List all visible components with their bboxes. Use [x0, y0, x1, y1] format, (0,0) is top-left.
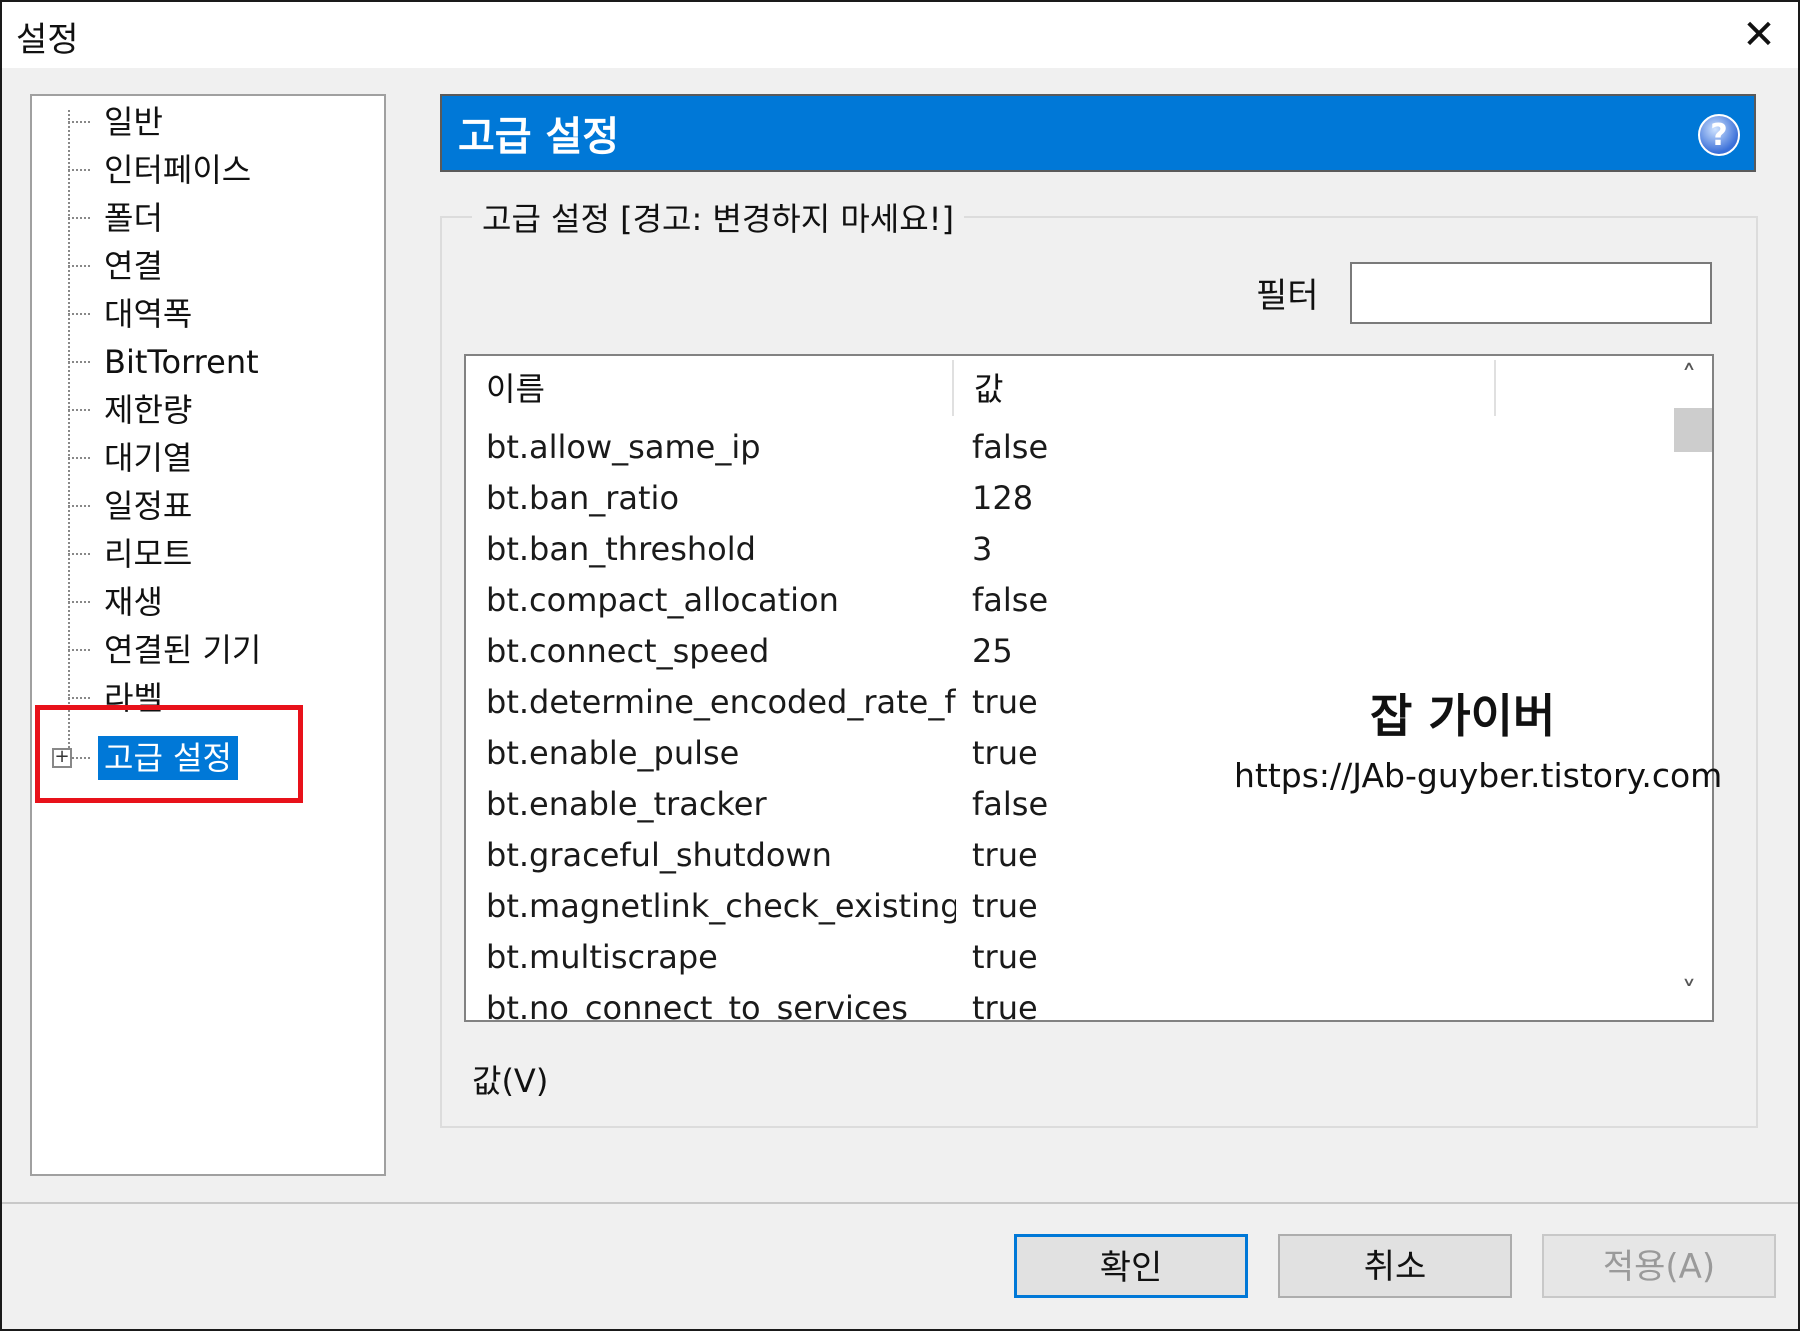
- setting-name: bt.ban_threshold: [486, 530, 756, 568]
- setting-name: bt.magnetlink_check_existing_...: [486, 887, 956, 925]
- setting-name: bt.allow_same_ip: [486, 428, 761, 466]
- setting-name: bt.determine_encoded_rate_fo...: [486, 683, 956, 721]
- tree-item-label: BitTorrent: [104, 343, 259, 381]
- tree-connector: [68, 409, 90, 411]
- table-row[interactable]: bt.multiscrape true: [466, 932, 1666, 983]
- filter-input[interactable]: [1350, 262, 1712, 324]
- setting-name: bt.no_connect_to_services: [486, 989, 908, 1022]
- tree-item-connection[interactable]: 연결: [32, 244, 362, 288]
- title-bar: 설정 ✕: [2, 2, 1798, 68]
- panel-title: 고급 설정: [458, 114, 620, 160]
- setting-value: true: [972, 734, 1038, 772]
- watermark-url: https://JAb-guyber.tistory.com: [1234, 756, 1723, 795]
- tree-item-transfer-cap[interactable]: 제한량: [32, 388, 362, 432]
- setting-value: 128: [972, 479, 1034, 517]
- tree-connector: [68, 265, 90, 267]
- table-row[interactable]: bt.magnetlink_check_existing_... true: [466, 881, 1666, 932]
- setting-value: false: [972, 785, 1049, 823]
- table-row[interactable]: bt.graceful_shutdown true: [466, 830, 1666, 881]
- tree-item-label: 대기열: [104, 439, 193, 477]
- tree-connector: [68, 649, 90, 651]
- setting-name: bt.graceful_shutdown: [486, 836, 832, 874]
- chevron-down-icon[interactable]: ˅: [1666, 976, 1712, 1016]
- annotation-highlight-box: [35, 705, 303, 803]
- tree-item-queueing[interactable]: 대기열: [32, 436, 362, 480]
- table-row[interactable]: bt.allow_same_ip false: [466, 422, 1666, 473]
- tree-item-label: 제한량: [104, 391, 193, 429]
- setting-name: bt.enable_tracker: [486, 785, 767, 823]
- tree-item-remote[interactable]: 리모트: [32, 532, 362, 576]
- tree-connector: [68, 601, 90, 603]
- tree-item-label: 대역폭: [104, 295, 193, 333]
- table-row[interactable]: bt.ban_ratio 128: [466, 473, 1666, 524]
- footer-divider: [2, 1202, 1798, 1204]
- vertical-scrollbar[interactable]: ˄ ˅: [1666, 356, 1712, 1020]
- tree-item-label: 연결된 기기: [104, 631, 262, 669]
- tree-connector: [68, 121, 90, 123]
- tree-connector: [68, 697, 90, 699]
- setting-name: bt.connect_speed: [486, 632, 770, 670]
- tree-item-folders[interactable]: 폴더: [32, 196, 362, 240]
- groupbox-label: 고급 설정 [경고: 변경하지 마세요!]: [472, 194, 964, 240]
- tree-item-bittorrent[interactable]: BitTorrent: [32, 340, 362, 384]
- value-field-label: 값(V): [472, 1062, 549, 1100]
- settings-dialog: 설정 ✕ 일반 인터페이스 폴더 연결 대역폭 BitTorrent 제한량 대…: [0, 0, 1800, 1331]
- apply-button[interactable]: 적용(A): [1542, 1234, 1776, 1298]
- tree-connector: [68, 169, 90, 171]
- tree-item-label: 리모트: [104, 535, 193, 573]
- tree-connector: [68, 505, 90, 507]
- setting-value: true: [972, 938, 1038, 976]
- tree-item-label: 폴더: [104, 199, 163, 237]
- watermark-title: 잡 가이버: [1370, 689, 1556, 743]
- tree-connector: [68, 217, 90, 219]
- setting-value: true: [972, 683, 1038, 721]
- ok-button[interactable]: 확인: [1014, 1234, 1248, 1298]
- filter-label: 필터: [1256, 276, 1319, 316]
- tree-item-interface[interactable]: 인터페이스: [32, 148, 362, 192]
- setting-value: 25: [972, 632, 1013, 670]
- setting-value: false: [972, 428, 1049, 466]
- tree-item-label: 일반: [104, 103, 163, 141]
- setting-value: 3: [972, 530, 993, 568]
- table-row[interactable]: bt.compact_allocation false: [466, 575, 1666, 626]
- tree-item-bandwidth[interactable]: 대역폭: [32, 292, 362, 336]
- column-divider[interactable]: [1494, 360, 1496, 416]
- setting-name: bt.enable_pulse: [486, 734, 740, 772]
- setting-name: bt.compact_allocation: [486, 581, 839, 619]
- table-row[interactable]: bt.ban_threshold 3: [466, 524, 1666, 575]
- table-header: 이름 값: [466, 356, 1666, 422]
- window-title: 설정: [16, 20, 79, 60]
- tree-connector: [68, 313, 90, 315]
- tree-connector: [68, 553, 90, 555]
- help-icon[interactable]: ?: [1698, 114, 1740, 156]
- scroll-thumb[interactable]: [1674, 408, 1712, 452]
- tree-item-paired-devices[interactable]: 연결된 기기: [32, 628, 362, 672]
- tree-item-label: 연결: [104, 247, 163, 285]
- tree-item-label: 일정표: [104, 487, 193, 525]
- setting-value: true: [972, 989, 1038, 1022]
- setting-name: bt.ban_ratio: [486, 479, 680, 517]
- setting-value: false: [972, 581, 1049, 619]
- tree-connector: [68, 457, 90, 459]
- setting-name: bt.multiscrape: [486, 938, 718, 976]
- tree-item-general[interactable]: 일반: [32, 100, 362, 144]
- close-icon[interactable]: ✕: [1730, 6, 1788, 64]
- tree-connector: [68, 361, 90, 363]
- settings-tree: 일반 인터페이스 폴더 연결 대역폭 BitTorrent 제한량 대기열 일정…: [30, 94, 386, 1176]
- panel-header: 고급 설정 ?: [440, 94, 1756, 172]
- tree-item-label: 재생: [104, 583, 163, 621]
- table-row[interactable]: bt.connect_speed 25: [466, 626, 1666, 677]
- setting-value: true: [972, 836, 1038, 874]
- tree-item-label: 인터페이스: [104, 151, 252, 189]
- chevron-up-icon[interactable]: ˄: [1666, 360, 1712, 400]
- column-header-value[interactable]: 값: [954, 356, 1494, 422]
- cancel-button[interactable]: 취소: [1278, 1234, 1512, 1298]
- tree-item-scheduler[interactable]: 일정표: [32, 484, 362, 528]
- setting-value: true: [972, 887, 1038, 925]
- tree-item-playback[interactable]: 재생: [32, 580, 362, 624]
- column-header-name[interactable]: 이름: [466, 356, 952, 422]
- table-row[interactable]: bt.no_connect_to_services true: [466, 983, 1666, 1022]
